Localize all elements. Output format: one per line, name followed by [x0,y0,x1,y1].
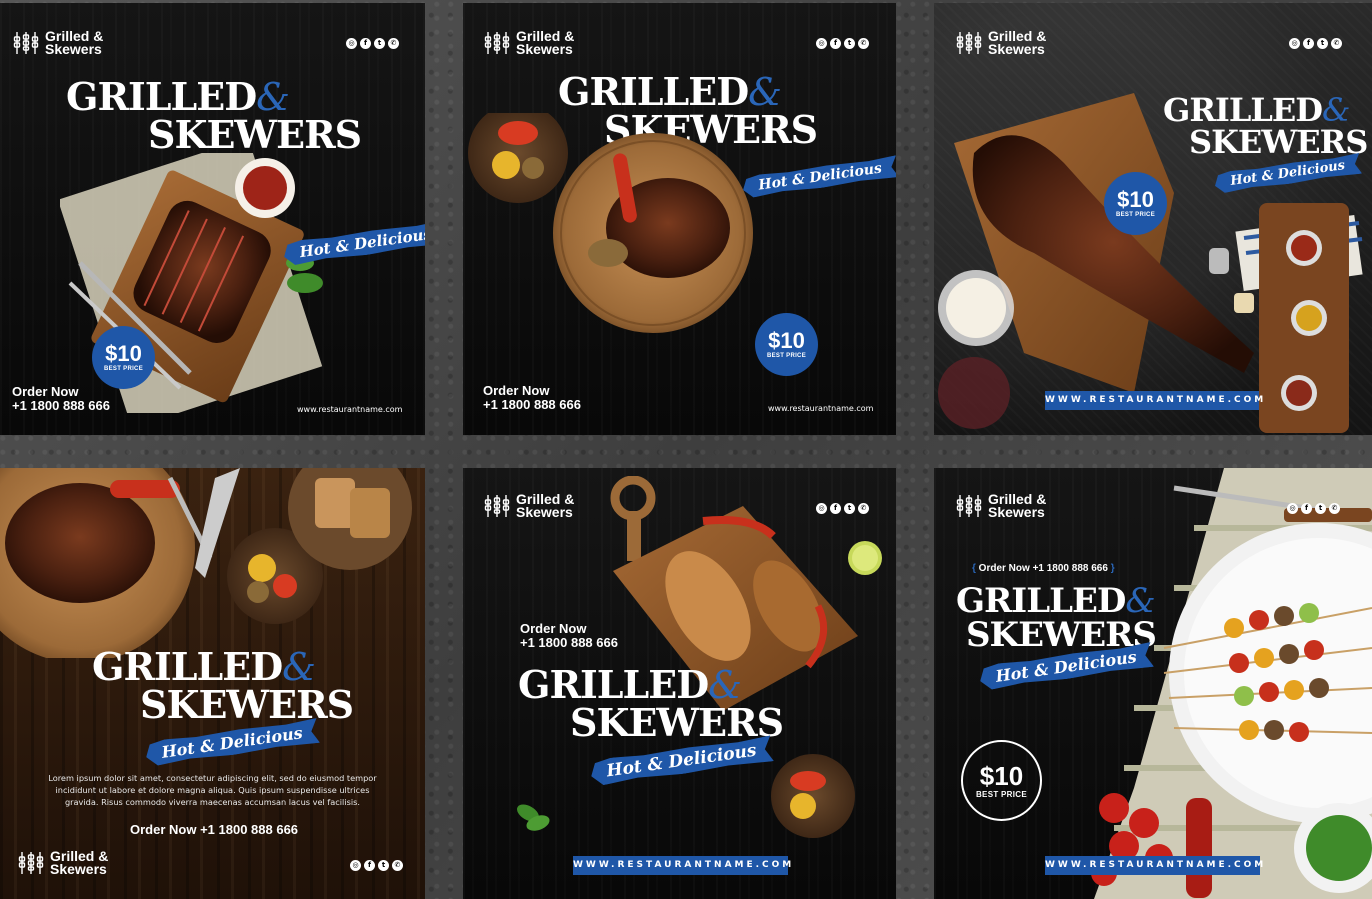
brand-logo: Grilled & Skewers [955,492,1046,519]
headline: GRILLED& SKEWERS [956,581,1157,655]
instagram-icon[interactable]: ◎ [346,38,357,49]
website-bar[interactable]: WWW.RESTAURANTNAME.COM [1045,856,1263,875]
social-icons: ◎ f t ✆ [350,860,403,871]
price-badge: $10 BEST PRICE [1104,172,1167,235]
twitter-icon[interactable]: t [844,38,855,49]
post-card-3[interactable]: Grilled & Skewers ◎ f t ✆ GRILLED& SKEWER… [934,3,1372,435]
headline: GRILLED& SKEWERS [1163,91,1368,161]
order-phone[interactable]: +1 1800 888 666 [520,636,618,650]
twitter-icon[interactable]: t [378,860,389,871]
social-icons: ◎ f t ✆ [346,38,399,49]
whatsapp-icon[interactable]: ✆ [1329,503,1340,514]
price-badge: $10 BEST PRICE [92,326,155,389]
whatsapp-icon[interactable]: ✆ [1331,38,1342,49]
social-icons: ◎ f t ✆ [1287,503,1340,514]
brand-logo: Grilled & Skewers [17,849,108,876]
social-icons: ◎ f t ✆ [1289,38,1342,49]
order-phone[interactable]: +1 1800 888 666 [12,399,110,413]
whatsapp-icon[interactable]: ✆ [388,38,399,49]
website-bar[interactable]: WWW.RESTAURANTNAME.COM [573,856,791,875]
price-badge: $10 BEST PRICE [755,313,818,376]
skewer-logo-icon [483,494,511,518]
brand-logo: Grilled & Skewers [483,492,574,519]
skewer-plate-illustration [1091,468,1372,899]
facebook-icon[interactable]: f [360,38,371,49]
skewer-logo-icon [955,31,983,55]
order-info: Order Now +1 1800 888 666 [483,383,581,412]
order-info[interactable]: Order Now +1 1800 888 666 [130,823,298,837]
basil-leaf-illustration [517,804,550,831]
website-bar[interactable]: WWW.RESTAURANTNAME.COM [1045,391,1263,410]
skewer-logo-icon [483,31,511,55]
brand-logo: Grilled & Skewers [483,29,574,56]
headline: GRILLED& SKEWERS [66,74,362,157]
headline: GRILLED& SKEWERS [518,662,784,745]
whatsapp-icon[interactable]: ✆ [858,38,869,49]
facebook-icon[interactable]: f [1301,503,1312,514]
instagram-icon[interactable]: ◎ [1287,503,1298,514]
skewer-logo-icon [955,494,983,518]
description-text: Lorem ipsum dolor sit amet, consectetur … [48,773,377,807]
logo-line2: Skewers [45,41,102,57]
website-link[interactable]: www.restaurantname.com [297,405,402,414]
skewer-logo-icon [12,31,40,55]
order-phone[interactable]: +1 1800 888 666 [483,398,581,412]
social-icons: ◎ f t ✆ [816,38,869,49]
whatsapp-icon[interactable]: ✆ [392,860,403,871]
tbone-wood-illustration [0,468,412,658]
website-link[interactable]: www.restaurantname.com [768,404,873,413]
tbone-board-illustration [468,113,753,333]
skewer-logo-icon [17,851,45,875]
twitter-icon[interactable]: t [1315,503,1326,514]
twitter-icon[interactable]: t [374,38,385,49]
headline: GRILLED& SKEWERS [92,644,354,727]
instagram-icon[interactable]: ◎ [1289,38,1300,49]
order-banner[interactable]: { Order Now +1 1800 888 666 } [972,563,1115,574]
post-card-4[interactable]: GRILLED& SKEWERS Hot & Delicious Lorem i… [0,468,425,899]
facebook-icon[interactable]: f [1303,38,1314,49]
instagram-icon[interactable]: ◎ [350,860,361,871]
post-card-2[interactable]: Grilled & Skewers ◎ f t ✆ GRILLED& SKEWER… [463,3,896,435]
post-card-6[interactable]: Grilled & Skewers ◎ f t ✆ { Order Now +1 … [934,468,1372,899]
twitter-icon[interactable]: t [1317,38,1328,49]
order-info: Order Now +1 1800 888 666 [520,621,618,650]
post-card-5[interactable]: Grilled & Skewers ◎ f t ✆ Order Now +1 18… [463,468,896,899]
price-badge: $10 BEST PRICE [961,740,1042,821]
order-info: Order Now +1 1800 888 666 [12,384,110,413]
post-card-1[interactable]: Grilled & Skewers ◎ f t ✆ GRILLED& SKEWER… [0,3,425,435]
instagram-icon[interactable]: ◎ [816,38,827,49]
facebook-icon[interactable]: f [830,38,841,49]
brand-logo: Grilled & Skewers [12,29,103,57]
facebook-icon[interactable]: f [364,860,375,871]
